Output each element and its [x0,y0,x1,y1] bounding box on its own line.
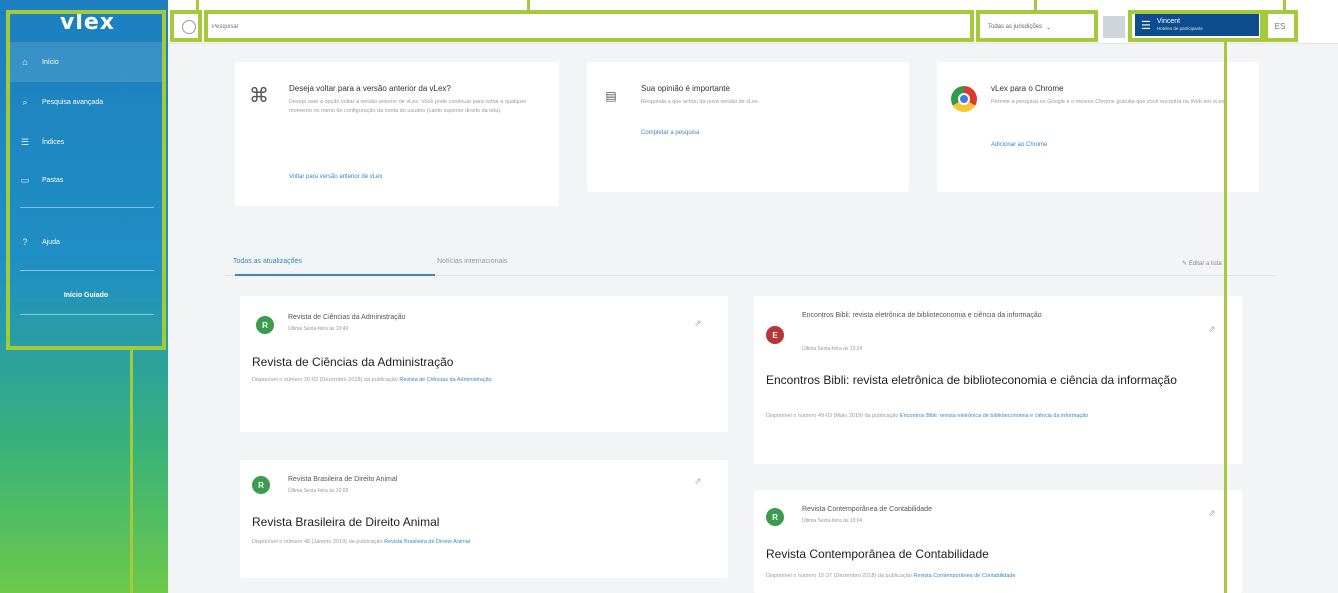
promo-card-chrome: vLex para o Chrome Permite a pesquisa no… [937,62,1259,192]
card-title[interactable]: Revista Contemporânea de Contabilidade [766,546,1236,562]
card-desc-link[interactable]: Encontros Bibli: revista eletrônica de b… [900,413,1088,419]
card-desc-link[interactable]: Revista Brasileira de Direito Animal [384,539,470,545]
chevron-down-icon: ⌄ [1046,24,1052,31]
card-desc-text: Disponível o número 48 (Janeiro 2019) da… [252,539,385,545]
jurisdiction-dropdown[interactable]: Todas as jurisdições ⌄ [982,17,1092,37]
card-title[interactable]: Revista Brasileira de Direito Animal [252,514,712,530]
card-description: Disponível o número 20-02 (Dezembro 2018… [252,376,672,385]
card-time: Última Sexta-feira às 10:49 [288,326,349,332]
updates-tabs: Todas as atualizações Notícias internaci… [225,250,1275,276]
jurisdiction-dropdown-label: Todas as jurisdições [988,24,1043,30]
survey-icon: ▤ [605,89,617,103]
publication-avatar: R [766,508,784,526]
card-title[interactable]: Revista de Ciências da Administração [252,354,712,370]
tab-international-news[interactable]: Notícias internacionais [437,258,507,265]
card-description: Disponível o número 49-03 (Maio 2019) da… [766,412,1226,421]
sidebar-item-indexes[interactable]: ☰ Índices [10,122,162,162]
edit-list-link[interactable]: ✎ Editar a lista [1182,260,1222,267]
home-icon: ⌂ [22,57,28,67]
chrome-icon [951,86,977,112]
card-desc-link[interactable]: Revista Contemporânea de Contabilidade [913,573,1015,579]
search-button[interactable] [1103,16,1125,38]
sidebar: vlex ⌂ Início ⌕ Pesquisa avançada ☰ Índi… [0,0,168,593]
card-time: Última Sexta-feira às 13:04 [802,518,863,524]
sidebar-item-home[interactable]: ⌂ Início [10,42,162,82]
help-icon: ? [22,237,28,247]
promo-description: Deseja usar a opção voltar à versão ante… [289,99,527,114]
feed-card[interactable]: E Encontros Bibli: revista eletrônica de… [754,296,1242,464]
vlex-logo[interactable]: vlex [60,10,115,35]
sidebar-item-label: Pesquisa avançada [42,98,104,106]
publication-avatar: R [256,316,274,334]
user-name: Vincent [1156,18,1181,25]
feed-card[interactable]: R Revista de Ciências da Administração Ú… [240,296,728,432]
card-desc-text: Disponível o número 49-03 (Maio 2019) da… [766,413,900,419]
globe-icon[interactable] [182,20,196,34]
card-desc-text: Disponível o número 15-37 (Dezembro 2018… [766,573,914,579]
language-button[interactable]: ES [1268,17,1292,35]
tab-all-updates[interactable]: Todas as atualizações [233,258,302,265]
promo-description: Permite a pesquisa no Google e o mesmo C… [991,99,1226,105]
card-source[interactable]: Revista de Ciências da Administração [288,312,406,323]
promo-card-old-version: ⌘ Deseja voltar para a versão anterior d… [235,62,559,206]
active-tab-indicator [235,274,435,276]
card-source[interactable]: Encontros Bibli: revista eletrônica de b… [802,310,1182,321]
card-description: Disponível o número 48 (Janeiro 2019) da… [252,538,722,547]
search-icon: ⌕ [22,96,28,107]
promo-link[interactable]: Adicionar ao Chrome [991,142,1047,148]
sidebar-item-label: Início [42,58,59,66]
menu-icon: ☰ [1141,19,1151,32]
folder-icon: ▭ [20,174,30,185]
promo-card-survey: ▤ Sua opinião é importante Responda a qu… [587,62,909,192]
guided-tour-link[interactable]: Início Guiado [10,292,162,299]
share-icon[interactable]: ⇗ [1208,324,1216,335]
card-source[interactable]: Revista Brasileira de Direito Animal [288,474,397,485]
share-icon[interactable]: ⇗ [1208,508,1216,519]
promo-title: Deseja voltar para a versão anterior da … [289,84,451,93]
card-time: Última Sexta-feira às 10:09 [288,488,349,494]
share-icon[interactable]: ⇗ [694,476,702,487]
user-menu-button[interactable]: ☰ Vincent Hoteles de participante [1135,14,1259,36]
fingerprint-icon: ⌘ [249,85,269,107]
feed-card[interactable]: R Revista Contemporânea de Contabilidade… [754,490,1242,593]
promo-link[interactable]: Voltar para versão anterior de vLex [289,174,382,180]
card-title[interactable]: Encontros Bibli: revista eletrônica de b… [766,372,1236,388]
user-subtitle: Hoteles de participante [1156,26,1203,31]
publication-avatar: R [252,476,270,494]
index-icon: ☰ [20,136,30,147]
share-icon[interactable]: ⇗ [694,318,702,329]
card-source[interactable]: Revista Contemporânea de Contabilidade [802,504,932,515]
sidebar-divider [20,270,154,271]
sidebar-divider [20,314,154,315]
promo-title: Sua opinião é importante [641,84,730,93]
publication-avatar: E [766,326,784,344]
card-desc-text: Disponível o número 20-02 (Dezembro 2018… [252,377,400,383]
card-description: Disponível o número 15-37 (Dezembro 2018… [766,572,1226,581]
sidebar-item-folders[interactable]: ▭ Pastas [10,160,162,200]
promo-title: vLex para o Chrome [991,84,1064,93]
pencil-icon: ✎ [1182,261,1189,267]
sidebar-item-label: Pastas [42,176,64,184]
sidebar-divider [20,207,154,208]
card-time: Última Sexta-feira às 13:24 [802,346,863,352]
sidebar-item-label: Ajuda [42,238,60,246]
promo-description: Responda a que achou da nova versão de v… [641,99,760,105]
sidebar-item-label: Índices [42,138,65,146]
sidebar-item-help[interactable]: ? Ajuda [10,222,162,262]
search-input[interactable] [212,17,968,37]
card-desc-link[interactable]: Revista de Ciências da Administração [399,377,491,383]
promo-link[interactable]: Completar a pesquisa [641,130,699,136]
edit-list-label: Editar a lista [1188,261,1222,267]
feed-card[interactable]: R Revista Brasileira de Direito Animal Ú… [240,460,728,578]
sidebar-item-advanced-search[interactable]: ⌕ Pesquisa avançada [10,82,162,122]
